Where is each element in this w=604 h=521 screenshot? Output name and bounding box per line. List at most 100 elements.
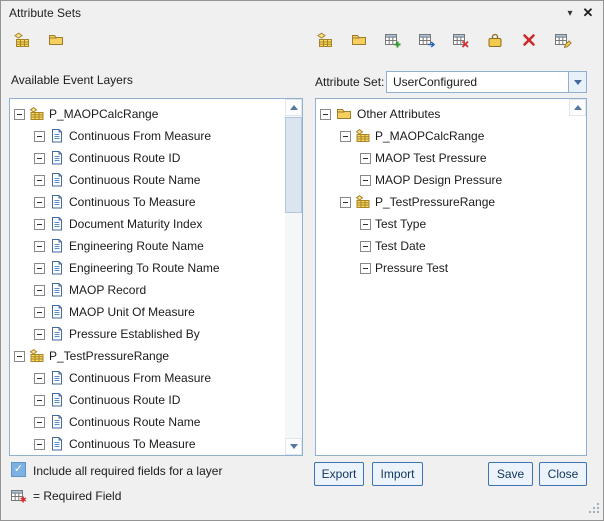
tree-item[interactable]: P_TestPressureRange	[10, 345, 285, 367]
tree-expander-icon[interactable]	[34, 395, 45, 406]
tree-item[interactable]: Document Maturity Index	[10, 213, 285, 235]
tree-expander-icon[interactable]	[14, 109, 25, 120]
tree-expander-icon[interactable]	[34, 285, 45, 296]
tree-item[interactable]: MAOP Unit Of Measure	[10, 301, 285, 323]
tree-item-label: Continuous From Measure	[69, 371, 211, 385]
tree-item[interactable]: Other Attributes	[316, 103, 569, 125]
tree-item-label: P_MAOPCalcRange	[49, 107, 158, 121]
tree-expander-icon[interactable]	[34, 175, 45, 186]
tree-expander-icon[interactable]	[34, 307, 45, 318]
save-attribute-set-icon[interactable]	[485, 30, 505, 50]
scroll-up-icon[interactable]	[285, 99, 302, 116]
combo-dropdown-icon[interactable]	[568, 72, 586, 92]
scroll-up-icon[interactable]	[569, 99, 586, 116]
include-required-fields-checkbox[interactable]: ✓	[11, 462, 26, 477]
doc-icon	[49, 436, 65, 452]
tree-item-label: MAOP Record	[69, 283, 146, 297]
edit-attribute-set-icon[interactable]	[553, 30, 573, 50]
close-button[interactable]: Close	[539, 462, 587, 486]
window-close-icon[interactable]: ✕	[579, 4, 597, 22]
doc-icon	[49, 150, 65, 166]
tree-item-label: Continuous Route ID	[69, 151, 180, 165]
attribute-set-label: Attribute Set:	[315, 75, 384, 89]
tree-expander-icon[interactable]	[360, 175, 371, 186]
tree-item[interactable]: Test Type	[316, 213, 569, 235]
required-field-legend: = Required Field	[10, 487, 121, 505]
tree-item[interactable]: P_MAOPCalcRange	[316, 125, 569, 147]
tree-item-label: P_TestPressureRange	[375, 195, 495, 209]
remove-field-icon[interactable]	[451, 30, 471, 50]
tree-item[interactable]: Engineering Route Name	[10, 235, 285, 257]
tree-item[interactable]: Pressure Established By	[10, 323, 285, 345]
tree-expander-icon[interactable]	[14, 351, 25, 362]
tree-item[interactable]: P_MAOPCalcRange	[10, 103, 285, 125]
add-event-layer-icon[interactable]	[12, 30, 32, 50]
tree-item-label: Engineering To Route Name	[69, 261, 220, 275]
tree-item-label: Continuous To Measure	[69, 437, 196, 451]
add-field-icon[interactable]	[383, 30, 403, 50]
tree-item-label: Continuous To Measure	[69, 195, 196, 209]
tree-expander-icon[interactable]	[340, 197, 351, 208]
tree-item[interactable]: P_TestPressureRange	[316, 191, 569, 213]
tree-expander-icon[interactable]	[34, 197, 45, 208]
tree-expander-icon[interactable]	[360, 263, 371, 274]
resize-grip-icon[interactable]	[588, 502, 601, 518]
tree-item[interactable]: Engineering To Route Name	[10, 257, 285, 279]
tree-expander-icon[interactable]	[34, 417, 45, 428]
tree-item-label: P_MAOPCalcRange	[375, 129, 484, 143]
tree-expander-icon[interactable]	[340, 131, 351, 142]
doc-icon	[49, 414, 65, 430]
window-menu-icon[interactable]: ▾	[561, 4, 579, 22]
tree-expander-icon[interactable]	[34, 439, 45, 450]
attribute-set-panel: Other Attributes P_MAOPCalcRange MAOP Test…	[315, 98, 587, 456]
open-attribute-set-folder-icon[interactable]	[349, 30, 369, 50]
tree-expander-icon[interactable]	[34, 241, 45, 252]
tree-item[interactable]: Continuous Route ID	[10, 147, 285, 169]
tree-expander-icon[interactable]	[320, 109, 331, 120]
tree-item[interactable]: Continuous To Measure	[10, 191, 285, 213]
tree-item[interactable]: Continuous Route Name	[10, 411, 285, 433]
tree-expander-icon[interactable]	[360, 219, 371, 230]
export-button[interactable]: Export	[314, 462, 364, 486]
tree-expander-icon[interactable]	[34, 329, 45, 340]
tree-expander-icon[interactable]	[34, 219, 45, 230]
doc-icon	[49, 216, 65, 232]
tree-expander-icon[interactable]	[360, 153, 371, 164]
tree-expander-icon[interactable]	[360, 241, 371, 252]
import-field-icon[interactable]	[417, 30, 437, 50]
delete-attribute-set-icon[interactable]	[519, 30, 539, 50]
tree-expander-icon[interactable]	[34, 373, 45, 384]
tree-item[interactable]: MAOP Design Pressure	[316, 169, 569, 191]
tree-item[interactable]: Test Date	[316, 235, 569, 257]
available-event-layers-label: Available Event Layers	[11, 73, 133, 87]
open-event-layer-folder-icon[interactable]	[46, 30, 66, 50]
tree-expander-icon[interactable]	[34, 131, 45, 142]
tree-item-label: Test Date	[375, 239, 426, 253]
scroll-down-icon[interactable]	[285, 438, 302, 455]
tree-expander-icon[interactable]	[34, 153, 45, 164]
tree-expander-icon[interactable]	[34, 263, 45, 274]
scrollbar-thumb[interactable]	[285, 117, 302, 213]
save-button[interactable]: Save	[488, 462, 533, 486]
folder-icon	[335, 105, 353, 123]
titlebar: Attribute Sets ▾ ✕	[1, 1, 603, 25]
new-attribute-set-icon[interactable]	[315, 30, 335, 50]
tree-item[interactable]: MAOP Record	[10, 279, 285, 301]
doc-icon	[49, 260, 65, 276]
tree-item[interactable]: Continuous Route ID	[10, 389, 285, 411]
import-button[interactable]: Import	[372, 462, 423, 486]
available-layers-panel: P_MAOPCalcRange Continuous From Measure Co…	[9, 98, 303, 456]
left-tree-scrollbar[interactable]	[285, 99, 302, 455]
tree-item[interactable]: Continuous To Measure	[10, 433, 285, 455]
tree-item[interactable]: MAOP Test Pressure	[316, 147, 569, 169]
include-required-fields-label: Include all required fields for a layer	[33, 464, 222, 478]
tree-item[interactable]: Continuous From Measure	[10, 367, 285, 389]
tree-item-label: Pressure Test	[375, 261, 448, 275]
tree-item-label: Test Type	[375, 217, 426, 231]
tree-item[interactable]: Continuous Route Name	[10, 169, 285, 191]
attribute-set-combobox[interactable]: UserConfigured	[386, 71, 587, 93]
tree-item-label: Pressure Established By	[69, 327, 200, 341]
tree-item[interactable]: Continuous From Measure	[10, 125, 285, 147]
tree-item[interactable]: Pressure Test	[316, 257, 569, 279]
tree-item-label: MAOP Test Pressure	[375, 151, 487, 165]
